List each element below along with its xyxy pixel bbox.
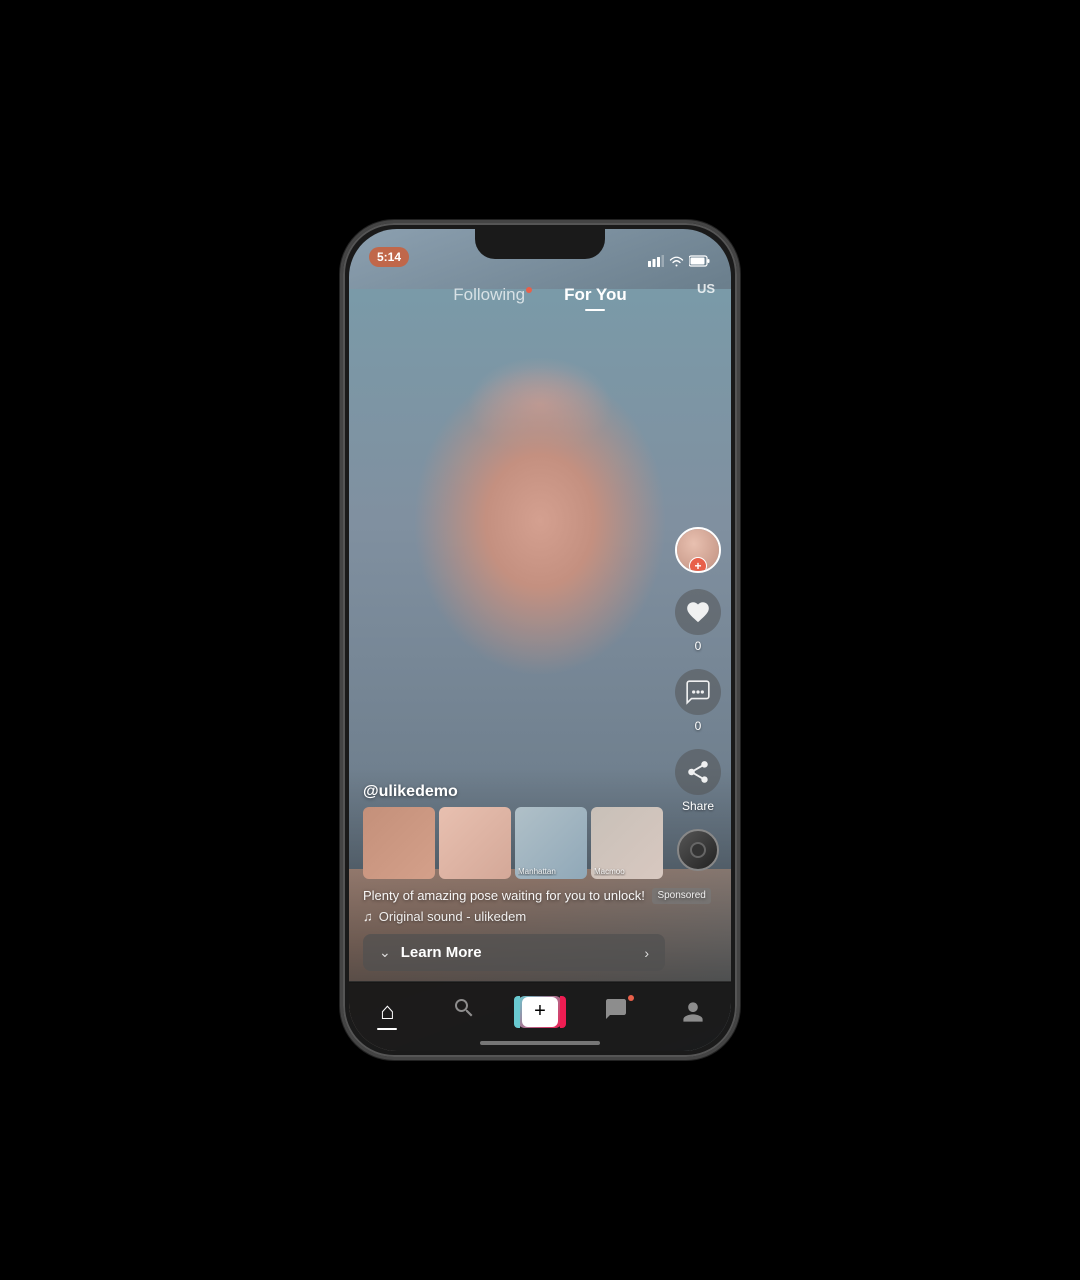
nav-home[interactable]: ⌂ xyxy=(349,998,425,1026)
avatar[interactable]: + xyxy=(675,527,721,573)
home-indicator xyxy=(480,1041,600,1045)
thumbnail-strip: Manhattan Macmoo xyxy=(363,807,717,879)
share-label: Share xyxy=(682,799,714,813)
chevron-right-icon: › xyxy=(644,945,649,961)
battery-icon xyxy=(689,255,711,267)
follow-plus-icon[interactable]: + xyxy=(689,557,707,573)
signal-icon xyxy=(648,255,664,267)
heart-icon xyxy=(685,599,711,625)
status-time: 5:14 xyxy=(369,247,409,267)
phone-frame: 5:14 xyxy=(340,220,740,1060)
thumbnail-2[interactable] xyxy=(439,807,511,879)
tab-for-you[interactable]: For You xyxy=(556,281,635,309)
tab-following[interactable]: Following xyxy=(445,281,540,309)
sound-row: ♫ Original sound - ulikedem xyxy=(363,909,717,924)
video-description: Plenty of amazing pose waiting for you t… xyxy=(363,887,717,905)
messages-icon xyxy=(604,997,628,1021)
music-disc-inner xyxy=(690,842,706,858)
comment-action[interactable]: 0 xyxy=(675,669,721,733)
learn-more-button[interactable]: ⌄ Learn More › xyxy=(363,934,665,971)
thumb-label-3: Manhattan xyxy=(518,867,584,876)
learn-more-text: Learn More xyxy=(401,944,482,961)
thumbnail-3[interactable]: Manhattan xyxy=(515,807,587,879)
comment-button[interactable] xyxy=(675,669,721,715)
avatar-action[interactable]: + xyxy=(675,527,721,573)
home-icon: ⌂ xyxy=(380,998,395,1026)
nav-add[interactable]: + xyxy=(502,996,578,1028)
sponsored-badge: Sponsored xyxy=(652,888,710,904)
thumbnail-1[interactable] xyxy=(363,807,435,879)
wifi-icon xyxy=(669,255,684,267)
learn-more-left: ⌄ Learn More xyxy=(379,944,482,961)
like-action[interactable]: 0 xyxy=(675,589,721,653)
comment-count: 0 xyxy=(695,719,702,733)
nav-tabs: Following For You xyxy=(349,273,731,317)
sound-name: Original sound - ulikedem xyxy=(379,909,526,924)
share-action[interactable]: Share xyxy=(675,749,721,813)
thumbnail-4[interactable]: Macmoo xyxy=(591,807,663,879)
phone-wrapper: 5:14 xyxy=(330,210,750,1070)
chevron-down-icon: ⌄ xyxy=(379,944,391,961)
search-icon xyxy=(452,996,476,1027)
music-disc[interactable] xyxy=(677,829,719,871)
bottom-overlay: @ulikedemo Manhattan Macmoo xyxy=(349,767,731,983)
share-button[interactable] xyxy=(675,749,721,795)
messages-notification-dot xyxy=(628,995,634,1001)
region-label: US xyxy=(697,281,715,296)
right-actions: + 0 xyxy=(675,527,721,871)
nav-messages[interactable] xyxy=(578,997,654,1026)
music-action[interactable] xyxy=(677,829,719,871)
like-button[interactable] xyxy=(675,589,721,635)
notch xyxy=(475,229,605,259)
music-note-icon: ♫ xyxy=(363,909,373,924)
user-handle[interactable]: @ulikedemo xyxy=(363,783,717,801)
thumb-label-4: Macmoo xyxy=(594,867,660,876)
like-count: 0 xyxy=(695,639,702,653)
plus-icon: + xyxy=(522,997,558,1027)
share-icon xyxy=(685,759,711,785)
nav-profile[interactable] xyxy=(655,1000,731,1024)
profile-icon xyxy=(681,1000,705,1024)
comment-icon xyxy=(685,679,711,705)
add-button[interactable]: + xyxy=(517,996,563,1028)
following-dot xyxy=(526,287,532,293)
home-active-indicator xyxy=(377,1028,397,1030)
nav-search[interactable] xyxy=(425,996,501,1027)
screen: 5:14 xyxy=(349,229,731,1051)
status-icons xyxy=(648,255,711,267)
